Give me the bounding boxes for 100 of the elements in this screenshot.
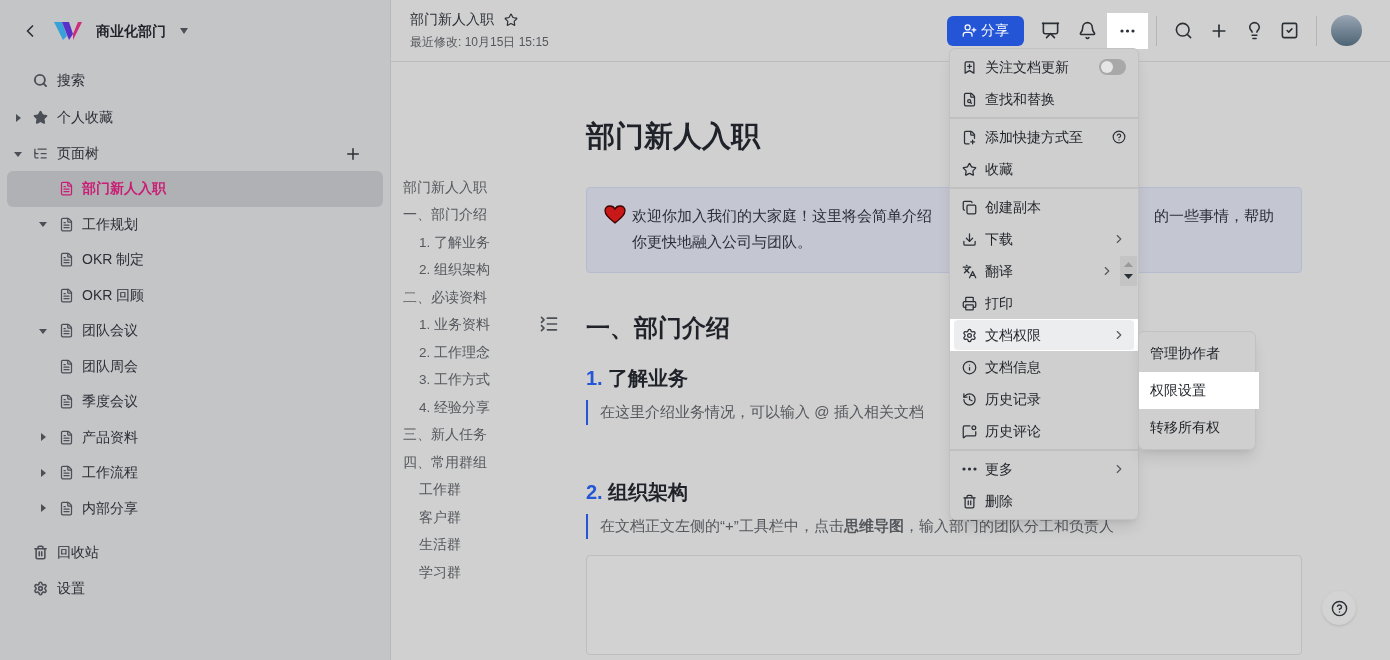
page-tree-item[interactable]: 工作规划 (7, 206, 383, 242)
document-icon (59, 500, 74, 516)
page-heading: 部门新人入职 (586, 119, 760, 154)
callout-text: 欢迎你加入我们的大家庭！这里将会简单介绍 (632, 206, 932, 226)
menu-item-icon (962, 493, 977, 509)
toggle-switch[interactable] (1099, 59, 1126, 75)
page-tree-item[interactable]: OKR 回顾 (7, 277, 383, 313)
page-title: 团队周会 (82, 356, 138, 376)
submenu-item[interactable]: 管理协作者 (1139, 335, 1255, 372)
outline-item[interactable]: 1. 业务资料 (403, 311, 538, 339)
menu-item-icon (962, 231, 977, 247)
menu-item[interactable]: 关注文档更新 (950, 51, 1138, 83)
outline-item[interactable]: 二、必读资料 (403, 284, 538, 312)
menu-item-icon (962, 59, 977, 75)
page-tree-item[interactable]: 工作流程 (7, 455, 383, 491)
menu-item[interactable]: 更多 (950, 453, 1138, 485)
sidebar-item[interactable]: 搜索 (0, 62, 390, 99)
caret-icon[interactable] (14, 149, 22, 158)
caret-icon[interactable] (39, 468, 47, 477)
page-title: 工作流程 (82, 463, 138, 483)
outline-item[interactable]: 1. 了解业务 (403, 229, 538, 257)
scroll-arrows-icon[interactable] (1120, 256, 1137, 286)
menu-item[interactable]: 删除 (950, 485, 1138, 517)
settings-icon (33, 580, 48, 596)
subsection-heading: 1. 了解业务 (586, 366, 688, 391)
outline-item[interactable]: 生活群 (403, 531, 538, 559)
outline-item[interactable]: 2. 工作理念 (403, 339, 538, 367)
menu-item[interactable]: 历史记录 (950, 383, 1138, 415)
star-icon[interactable] (504, 13, 518, 27)
checkbox-icon[interactable] (1280, 21, 1299, 40)
menu-item-icon (962, 129, 977, 145)
caret-icon[interactable] (39, 433, 47, 442)
outline-item[interactable]: 四、常用群组 (403, 449, 538, 477)
workspace-name[interactable]: 商业化部门 (96, 20, 166, 42)
workspace-logo (54, 21, 82, 41)
document-icon (59, 216, 74, 232)
bell-icon[interactable] (1078, 21, 1097, 40)
page-tree-item[interactable]: 团队周会 (7, 348, 383, 384)
menu-item[interactable]: 查找和替换 (950, 83, 1138, 115)
document-title: 部门新人入职 (410, 10, 494, 29)
page-tree-item[interactable]: 产品资料 (7, 419, 383, 455)
outline-item[interactable]: 客户群 (403, 504, 538, 532)
outline-item[interactable]: 2. 组织架构 (403, 256, 538, 284)
outline-item[interactable]: 部门新人入职 (403, 174, 538, 202)
avatar[interactable] (1331, 15, 1362, 46)
menu-item-icon (962, 423, 977, 439)
add-user-icon (962, 23, 977, 38)
menu-item-icon (962, 263, 977, 279)
modified-time: 最近修改: 10月15日 15:15 (410, 34, 550, 52)
document-icon (59, 465, 74, 481)
sidebar-item[interactable]: 个人收藏 (0, 99, 390, 136)
list-toggle-icon[interactable] (539, 314, 559, 334)
document-icon (59, 358, 74, 374)
menu-item[interactable]: 下载 (950, 223, 1138, 255)
menu-item-icon (962, 161, 977, 177)
page-title: OKR 制定 (82, 250, 145, 270)
menu-item-icon (962, 391, 977, 407)
page-title: 部门新人入职 (82, 179, 166, 199)
page-tree-item[interactable]: 季度会议 (7, 384, 383, 420)
help-icon[interactable] (1112, 130, 1126, 144)
menu-item-icon (962, 359, 977, 375)
menu-item[interactable]: 文档信息 (950, 351, 1138, 383)
search-icon (33, 73, 48, 88)
menu-item[interactable]: 收藏 (950, 153, 1138, 185)
menu-item-icon (962, 199, 977, 215)
submenu-item[interactable]: 权限设置 (1139, 372, 1259, 409)
document-icon (59, 252, 74, 268)
page-title: 工作规划 (82, 214, 138, 234)
dropdown-caret-icon[interactable] (180, 28, 188, 34)
document-icon (59, 429, 74, 445)
page-title: 产品资料 (82, 427, 138, 447)
menu-item[interactable]: 文档权限 (950, 319, 1138, 351)
caret-icon[interactable] (39, 326, 47, 335)
help-button[interactable] (1322, 591, 1356, 625)
menu-item[interactable]: 添加快捷方式至 (950, 121, 1138, 153)
caret-icon[interactable] (14, 113, 22, 122)
page-tree-label[interactable]: 页面树 (57, 143, 344, 164)
menu-item[interactable]: 翻译 (950, 255, 1138, 287)
menu-item[interactable]: 打印 (950, 287, 1138, 319)
outline-item[interactable]: 3. 工作方式 (403, 366, 538, 394)
menu-item[interactable]: 创建副本 (950, 191, 1138, 223)
caret-icon[interactable] (39, 220, 47, 229)
outline-item[interactable]: 学习群 (403, 559, 538, 587)
menu-item[interactable]: 历史评论 (950, 415, 1138, 447)
submenu-item[interactable]: 转移所有权 (1139, 409, 1255, 446)
presentation-icon[interactable] (1041, 21, 1060, 40)
sidebar-item[interactable]: 回收站 (0, 534, 390, 570)
page-tree-item[interactable]: 团队会议 (7, 313, 383, 349)
share-button[interactable]: 分享 (947, 15, 1024, 46)
outline-item[interactable]: 工作群 (403, 476, 538, 504)
outline-item[interactable]: 一、部门介绍 (403, 201, 538, 229)
page-tree-item[interactable]: 内部分享 (7, 490, 383, 526)
outline-item[interactable]: 4. 经验分享 (403, 394, 538, 422)
page-tree-item[interactable]: OKR 制定 (7, 242, 383, 278)
sidebar-item[interactable]: 设置 (0, 570, 390, 606)
search-icon[interactable] (1174, 21, 1193, 40)
outline-item[interactable]: 三、新人任务 (403, 421, 538, 449)
trash-icon (33, 544, 48, 560)
menu-item-icon (962, 295, 977, 311)
caret-icon[interactable] (39, 504, 47, 513)
